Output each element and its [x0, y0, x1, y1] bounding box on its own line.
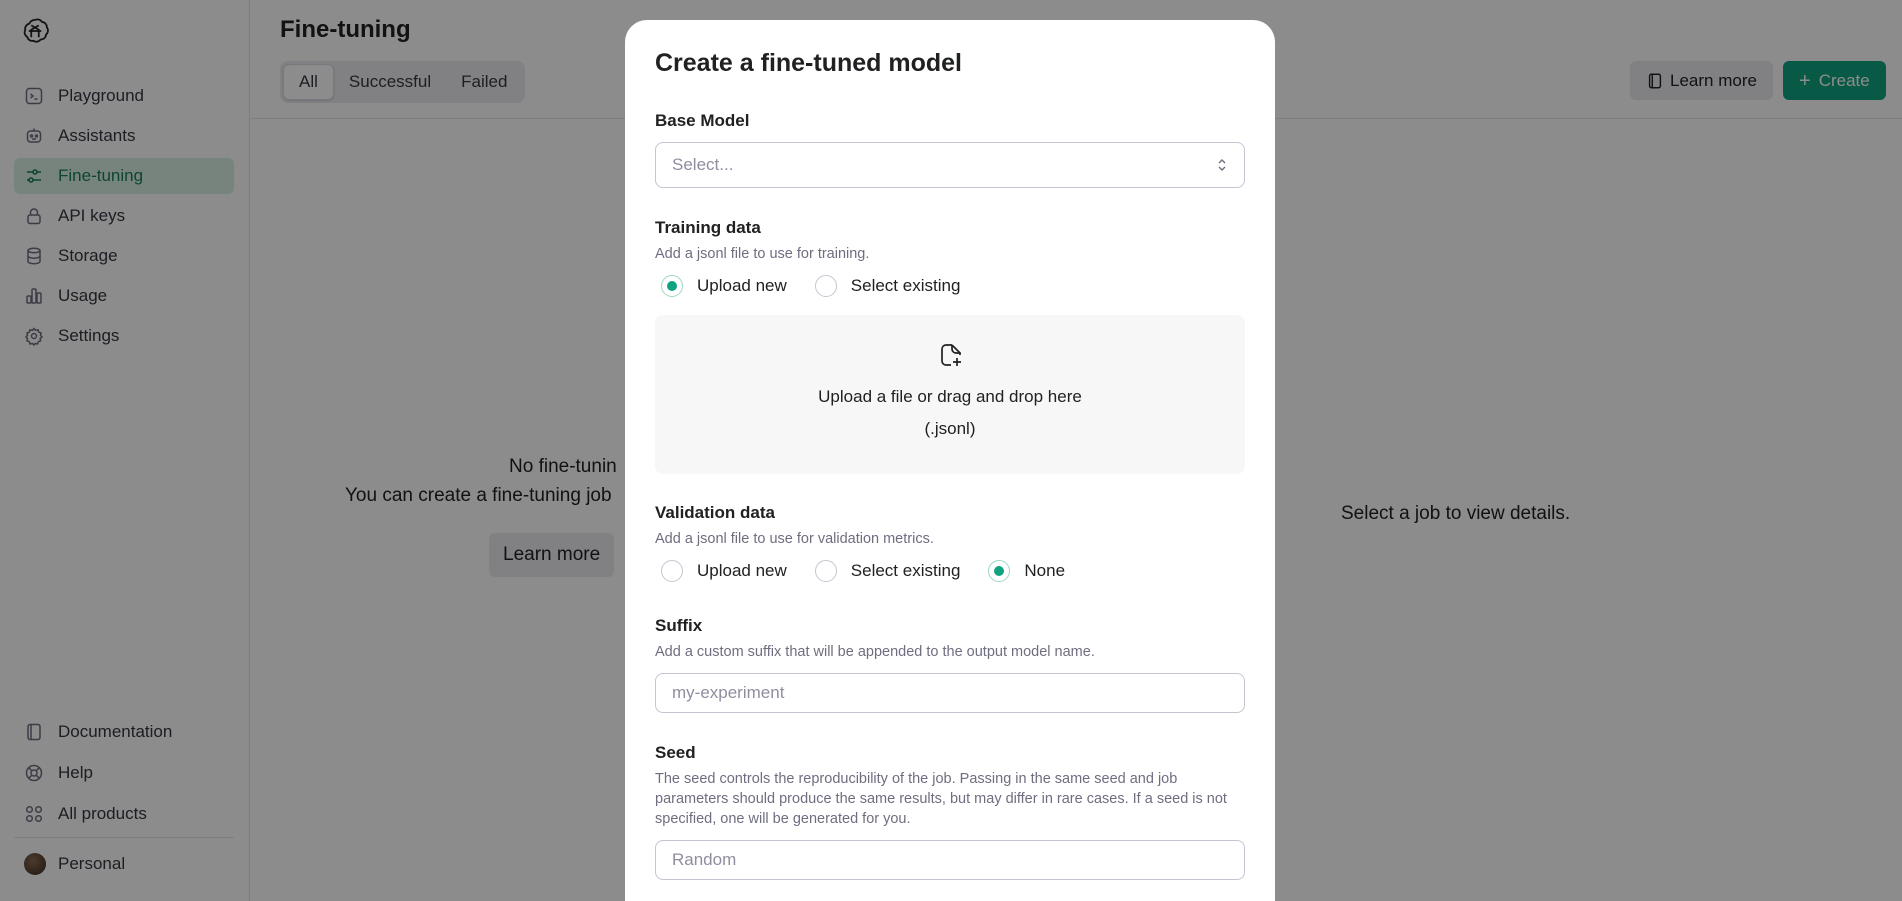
create-fine-tune-modal: Create a fine-tuned model Base Model Sel…	[625, 20, 1275, 901]
file-upload-dropzone[interactable]: Upload a file or drag and drop here (.js…	[655, 315, 1245, 474]
radio-indicator	[661, 560, 683, 582]
seed-hint: The seed controls the reproducibility of…	[655, 771, 1227, 827]
validation-none-radio[interactable]: None	[988, 560, 1065, 582]
suffix-hint: Add a custom suffix that will be appende…	[655, 644, 1095, 660]
file-add-icon	[941, 344, 961, 366]
upload-file-type: (.jsonl)	[924, 419, 976, 438]
suffix-input[interactable]	[655, 673, 1245, 713]
modal-title: Create a fine-tuned model	[655, 49, 962, 77]
seed-input[interactable]	[655, 840, 1245, 880]
radio-indicator	[988, 560, 1011, 582]
training-data-label: Training data	[655, 218, 761, 237]
upload-instructions: Upload a file or drag and drop here	[818, 387, 1082, 406]
radio-label: Select existing	[850, 276, 961, 295]
radio-indicator	[814, 560, 837, 582]
chevron-up-down-icon	[1218, 159, 1226, 171]
radio-label: Upload new	[697, 276, 787, 295]
training-select-existing-radio[interactable]: Select existing	[814, 275, 961, 297]
validation-data-hint: Add a jsonl file to use for validation m…	[655, 531, 934, 547]
radio-indicator	[814, 275, 837, 297]
radio-indicator	[661, 275, 683, 297]
training-upload-new-radio[interactable]: Upload new	[661, 275, 787, 297]
base-model-label: Base Model	[655, 111, 750, 130]
radio-label: None	[1024, 561, 1066, 580]
training-data-options: Upload new Select existing	[661, 275, 988, 297]
suffix-label: Suffix	[655, 616, 703, 635]
radio-label: Upload new	[697, 561, 787, 580]
validation-data-label: Validation data	[655, 503, 775, 522]
seed-label: Seed	[655, 743, 696, 762]
validation-data-options: Upload new Select existing None	[661, 560, 1093, 582]
training-data-hint: Add a jsonl file to use for training.	[655, 246, 870, 262]
base-model-placeholder: Select...	[672, 155, 734, 174]
validation-select-existing-radio[interactable]: Select existing	[814, 560, 961, 582]
base-model-select[interactable]: Select...	[655, 142, 1245, 188]
radio-label: Select existing	[850, 561, 961, 580]
validation-upload-new-radio[interactable]: Upload new	[661, 560, 787, 582]
